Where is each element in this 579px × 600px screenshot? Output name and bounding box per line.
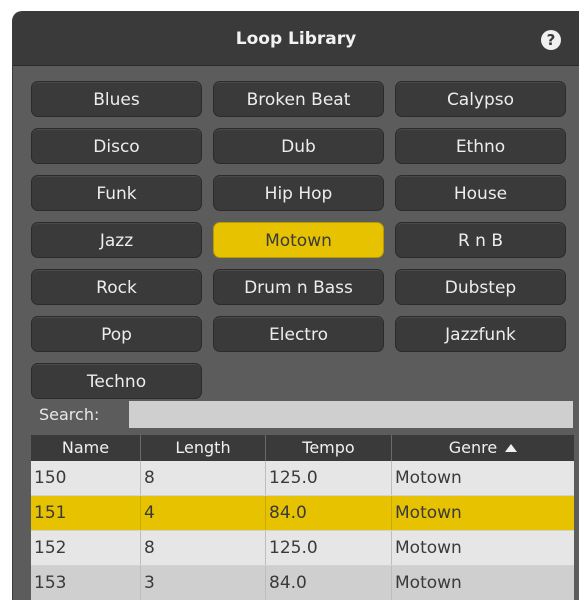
table-row[interactable]: 152 8 125.0 Motown [31, 531, 574, 566]
loop-library-panel: Loop Library ? Blues Broken Beat Calypso… [12, 11, 579, 600]
genre-button-funk[interactable]: Funk [31, 175, 202, 211]
sort-ascending-icon [505, 444, 518, 452]
cell-length: 4 [141, 496, 266, 530]
genre-button-blues[interactable]: Blues [31, 81, 202, 117]
panel-title: Loop Library [235, 29, 357, 49]
genre-button-motown[interactable]: Motown [213, 222, 384, 258]
cell-length: 8 [141, 531, 266, 565]
table-row[interactable]: 150 8 125.0 Motown [31, 461, 574, 496]
genre-button-jazzfunk[interactable]: Jazzfunk [395, 316, 566, 352]
genre-button-jazz[interactable]: Jazz [31, 222, 202, 258]
genre-button-drum-n-bass[interactable]: Drum n Bass [213, 269, 384, 305]
genre-button-techno[interactable]: Techno [31, 363, 202, 399]
column-header-label: Tempo [302, 438, 355, 457]
table-header: Name Length Tempo Genre [31, 435, 574, 461]
genre-button-grid: Blues Broken Beat Calypso Disco Dub Ethn… [31, 81, 574, 399]
cell-genre: Motown [395, 573, 462, 593]
cell-name: 150 [31, 461, 141, 495]
genre-button-calypso[interactable]: Calypso [395, 81, 566, 117]
column-header-name[interactable]: Name [31, 435, 141, 461]
cell-name: 153 [31, 566, 141, 600]
column-header-label: Length [175, 438, 231, 457]
genre-button-electro[interactable]: Electro [213, 316, 384, 352]
cell-name: 151 [31, 496, 141, 530]
cell-genre: Motown [395, 538, 462, 558]
genre-button-dub[interactable]: Dub [213, 128, 384, 164]
title-bar: Loop Library ? [13, 12, 579, 66]
genre-button-broken-beat[interactable]: Broken Beat [213, 81, 384, 117]
table-row-selected[interactable]: 151 4 84.0 Motown [31, 496, 574, 531]
loop-table: Name Length Tempo Genre 150 8 125.0 Moto… [31, 435, 574, 600]
cell-length: 8 [141, 461, 266, 495]
genre-button-r-n-b[interactable]: R n B [395, 222, 566, 258]
cell-name: 152 [31, 531, 141, 565]
cell-tempo: 125.0 [266, 461, 392, 495]
cell-genre: Motown [395, 468, 462, 488]
column-header-label: Name [61, 438, 110, 457]
genre-button-ethno[interactable]: Ethno [395, 128, 566, 164]
search-row: Search: [31, 401, 579, 428]
genre-button-house[interactable]: House [395, 175, 566, 211]
column-header-tempo[interactable]: Tempo [266, 435, 392, 461]
genre-button-hip-hop[interactable]: Hip Hop [213, 175, 384, 211]
column-header-genre[interactable]: Genre [392, 435, 574, 461]
genre-button-disco[interactable]: Disco [31, 128, 202, 164]
search-label: Search: [39, 405, 100, 424]
genre-button-dubstep[interactable]: Dubstep [395, 269, 566, 305]
table-row[interactable]: 153 3 84.0 Motown [31, 566, 574, 600]
search-input[interactable] [129, 401, 573, 428]
cell-tempo: 84.0 [266, 496, 392, 530]
cell-length: 3 [141, 566, 266, 600]
column-header-label: Genre [448, 438, 498, 457]
genre-button-pop[interactable]: Pop [31, 316, 202, 352]
help-icon[interactable]: ? [541, 30, 561, 50]
cell-genre: Motown [395, 503, 462, 523]
column-header-length[interactable]: Length [141, 435, 266, 461]
cell-tempo: 125.0 [266, 531, 392, 565]
genre-button-rock[interactable]: Rock [31, 269, 202, 305]
cell-tempo: 84.0 [266, 566, 392, 600]
